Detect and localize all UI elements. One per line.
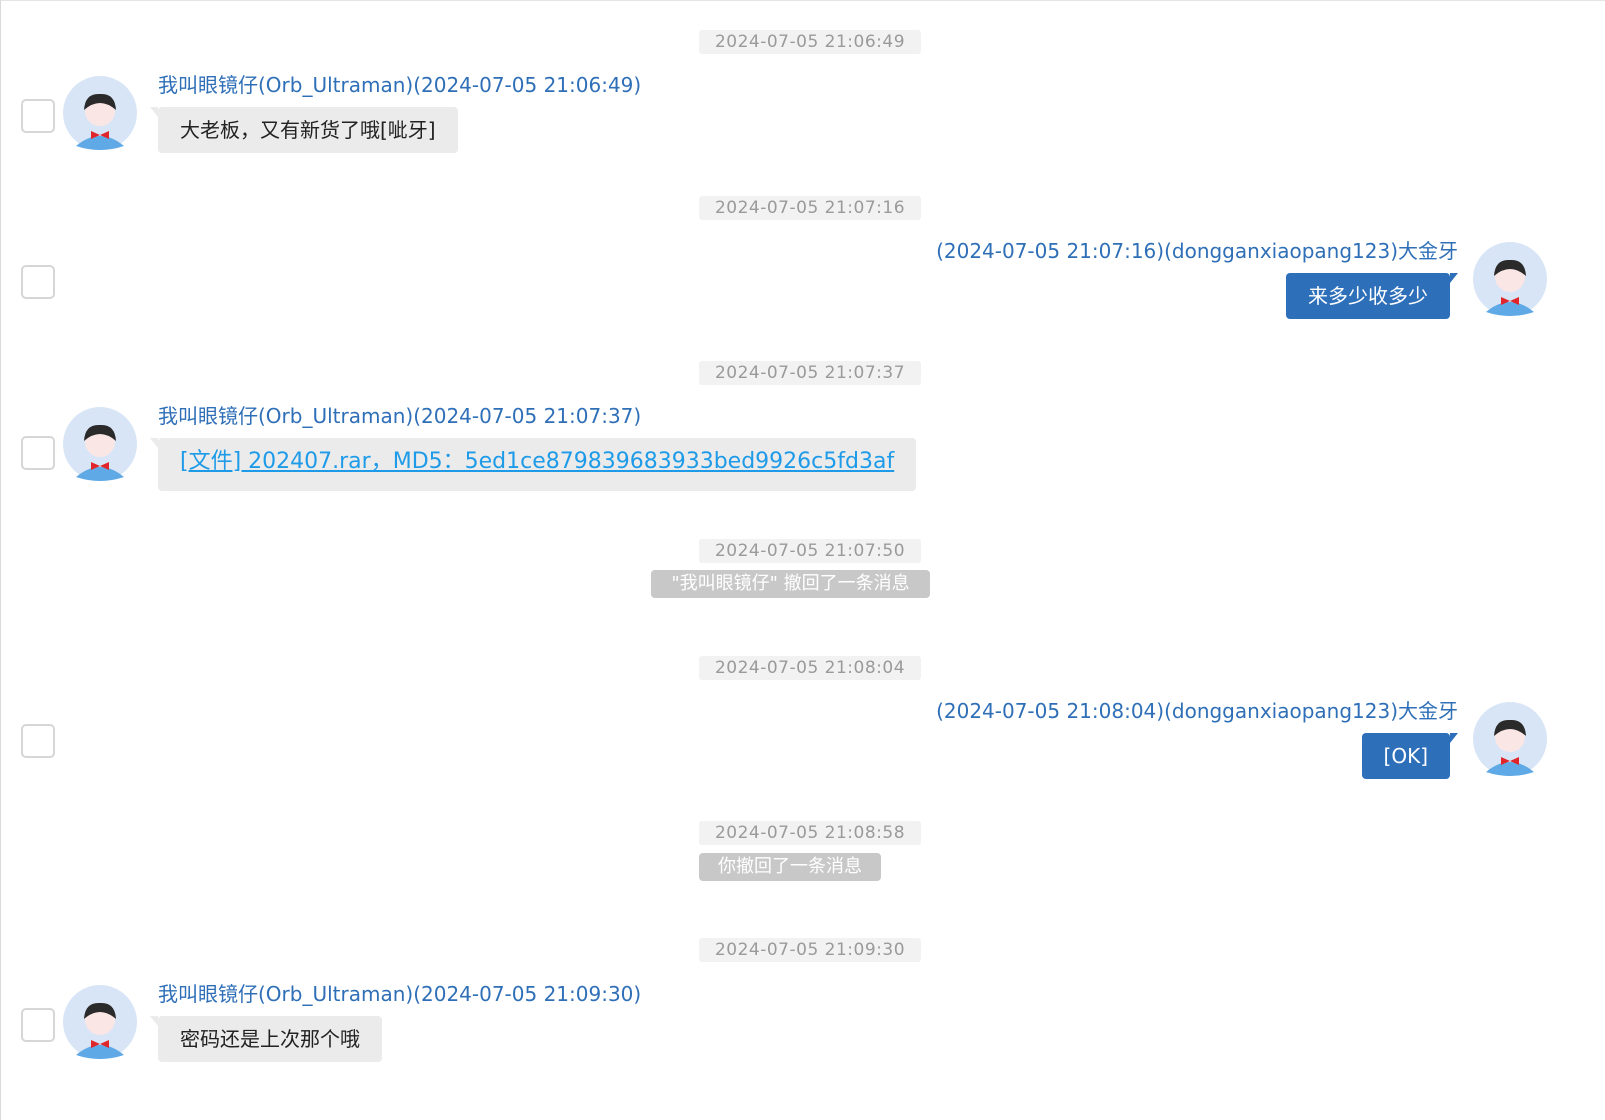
message-timestamp: 2024-07-05 21:07:37: [699, 361, 921, 385]
sender-name: 我叫眼镜仔(Orb_Ultraman)(2024-07-05 21:09:30): [158, 982, 642, 1006]
message-timestamp: 2024-07-05 21:09:30: [699, 938, 921, 962]
message-select-checkbox[interactable]: [21, 99, 55, 133]
message-bubble[interactable]: 密码还是上次那个哦: [150, 1016, 382, 1062]
user-avatar-icon[interactable]: [63, 407, 137, 481]
message-select-checkbox[interactable]: [21, 265, 55, 299]
message-timestamp: 2024-07-05 21:07:50: [699, 539, 921, 563]
message-bubble[interactable]: 来多少收多少: [1286, 273, 1458, 319]
message-bubble[interactable]: [OK]: [1361, 733, 1459, 779]
chat-history: 2024-07-05 21:06:49 我叫眼镜仔(Orb_Ultraman)(…: [0, 0, 1605, 1120]
user-avatar-icon[interactable]: [1473, 702, 1547, 776]
user-avatar-icon[interactable]: [1473, 242, 1547, 316]
user-avatar-icon[interactable]: [63, 985, 137, 1059]
sender-name: (2024-07-05 21:07:16)(dongganxiaopang123…: [936, 239, 1458, 263]
message-timestamp: 2024-07-05 21:07:16: [699, 196, 921, 220]
message-bubble[interactable]: 大老板，又有新货了哦[呲牙]: [150, 107, 458, 153]
file-message-bubble: [文件] 202407.rar，MD5：5ed1ce879839683933be…: [149, 438, 917, 491]
message-timestamp: 2024-07-05 21:06:49: [699, 30, 921, 54]
user-avatar-icon[interactable]: [63, 76, 137, 150]
message-timestamp: 2024-07-05 21:08:58: [699, 821, 921, 845]
message-select-checkbox[interactable]: [21, 436, 55, 470]
recall-notice: 你撤回了一条消息: [699, 853, 881, 881]
message-select-checkbox[interactable]: [21, 1008, 55, 1042]
sender-name: (2024-07-05 21:08:04)(dongganxiaopang123…: [936, 699, 1458, 723]
file-download-link[interactable]: [文件] 202407.rar，MD5：5ed1ce879839683933be…: [180, 449, 894, 474]
sender-name: 我叫眼镜仔(Orb_Ultraman)(2024-07-05 21:07:37): [158, 404, 642, 428]
sender-name: 我叫眼镜仔(Orb_Ultraman)(2024-07-05 21:06:49): [158, 73, 642, 97]
recall-notice: "我叫眼镜仔" 撤回了一条消息: [651, 570, 930, 598]
message-timestamp: 2024-07-05 21:08:04: [699, 656, 921, 680]
message-select-checkbox[interactable]: [21, 724, 55, 758]
